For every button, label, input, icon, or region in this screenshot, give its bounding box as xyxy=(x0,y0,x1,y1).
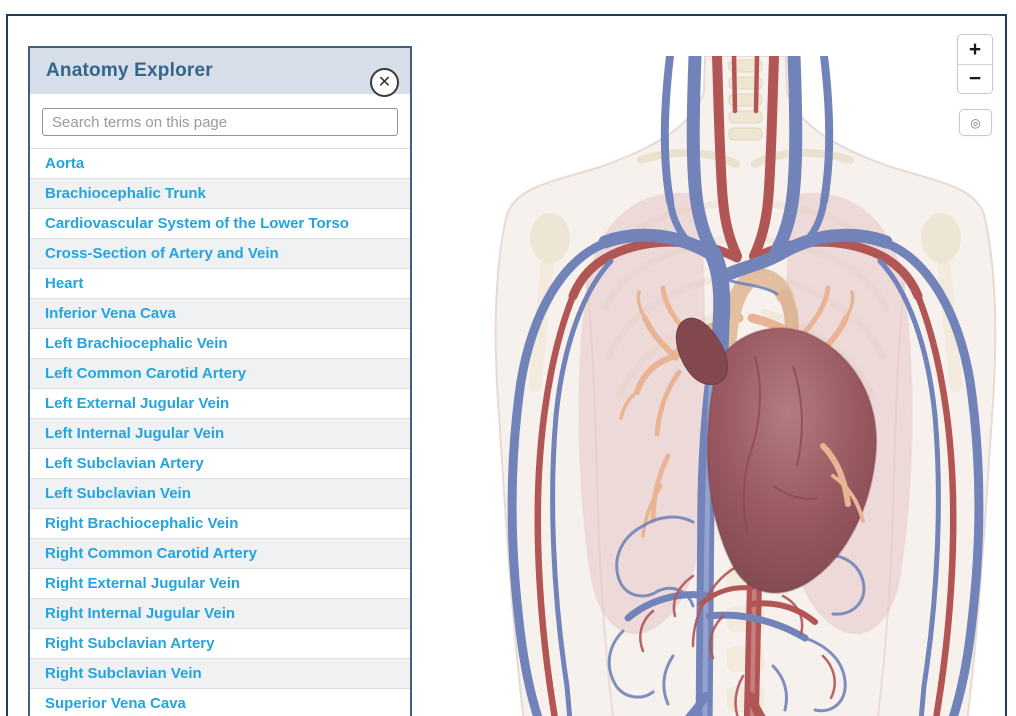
term-label: Left Common Carotid Artery xyxy=(45,365,246,382)
term-link[interactable]: Left Subclavian Vein xyxy=(30,479,410,509)
term-label: Brachiocephalic Trunk xyxy=(45,185,206,202)
term-label: Superior Vena Cava xyxy=(45,695,186,712)
term-label: Right Subclavian Vein xyxy=(45,665,202,682)
term-link[interactable]: Right Subclavian Artery xyxy=(30,629,410,659)
term-link[interactable]: Heart xyxy=(30,269,410,299)
term-label: Right Brachiocephalic Vein xyxy=(45,515,238,532)
panel-header: Anatomy Explorer ✕ xyxy=(30,48,410,94)
term-link[interactable]: Cross-Section of Artery and Vein xyxy=(30,239,410,269)
term-label: Left Internal Jugular Vein xyxy=(45,425,224,442)
term-link[interactable]: Right Common Carotid Artery xyxy=(30,539,410,569)
search-input[interactable] xyxy=(42,108,398,136)
terms-list: Aorta Brachiocephalic Trunk Cardiovascul… xyxy=(30,148,410,716)
reset-view-icon: ◎ xyxy=(970,116,980,130)
close-icon: ✕ xyxy=(378,75,391,91)
anatomy-model-canvas[interactable] xyxy=(493,56,998,716)
term-link[interactable]: Inferior Vena Cava xyxy=(30,299,410,329)
term-link[interactable]: Superior Vena Cava xyxy=(30,689,410,716)
term-label: Aorta xyxy=(45,155,84,172)
term-link[interactable]: Left Subclavian Artery xyxy=(30,449,410,479)
zoom-out-button[interactable]: − xyxy=(958,64,992,93)
term-link[interactable]: Right Internal Jugular Vein xyxy=(30,599,410,629)
term-link[interactable]: Right External Jugular Vein xyxy=(30,569,410,599)
term-link[interactable]: Left Internal Jugular Vein xyxy=(30,419,410,449)
reset-view-button[interactable]: ◎ xyxy=(959,109,992,136)
term-link[interactable]: Brachiocephalic Trunk xyxy=(30,179,410,209)
zoom-controls: + − xyxy=(957,34,993,94)
plus-icon: + xyxy=(969,38,981,62)
close-button[interactable]: ✕ xyxy=(370,68,399,97)
viewer-frame: Anatomy Explorer ✕ Aorta Brachiocephalic… xyxy=(6,14,1007,716)
panel-title: Anatomy Explorer xyxy=(30,60,213,82)
term-link[interactable]: Left External Jugular Vein xyxy=(30,389,410,419)
term-label: Cardiovascular System of the Lower Torso xyxy=(45,215,349,232)
term-label: Inferior Vena Cava xyxy=(45,305,176,322)
term-link[interactable]: Right Brachiocephalic Vein xyxy=(30,509,410,539)
term-link[interactable]: Right Subclavian Vein xyxy=(30,659,410,689)
term-label: Right Internal Jugular Vein xyxy=(45,605,235,622)
term-link[interactable]: Left Common Carotid Artery xyxy=(30,359,410,389)
term-label: Heart xyxy=(45,275,83,292)
term-label: Cross-Section of Artery and Vein xyxy=(45,245,279,262)
search-area xyxy=(30,94,410,148)
term-link[interactable]: Aorta xyxy=(30,149,410,179)
term-label: Right External Jugular Vein xyxy=(45,575,240,592)
term-label: Left Subclavian Vein xyxy=(45,485,191,502)
term-label: Right Subclavian Artery xyxy=(45,635,214,652)
term-link[interactable]: Left Brachiocephalic Vein xyxy=(30,329,410,359)
anatomy-explorer-panel: Anatomy Explorer ✕ Aorta Brachiocephalic… xyxy=(28,46,412,716)
term-label: Left Subclavian Artery xyxy=(45,455,204,472)
term-label: Left External Jugular Vein xyxy=(45,395,229,412)
zoom-in-button[interactable]: + xyxy=(958,35,992,64)
minus-icon: − xyxy=(969,67,981,91)
term-label: Right Common Carotid Artery xyxy=(45,545,257,562)
term-label: Left Brachiocephalic Vein xyxy=(45,335,228,352)
term-link[interactable]: Cardiovascular System of the Lower Torso xyxy=(30,209,410,239)
